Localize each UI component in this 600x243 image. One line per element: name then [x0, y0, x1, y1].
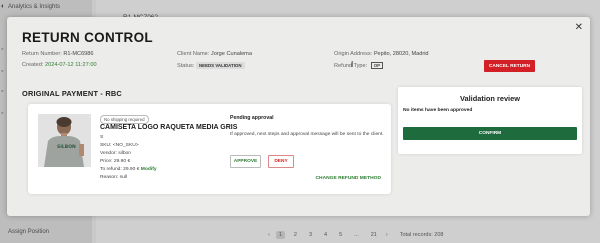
product-name: CAMISETA LOGO RAQUETA MEDIA GRIS: [100, 124, 238, 131]
status-badge: NEEDS VALIDATION: [195, 62, 245, 69]
close-icon[interactable]: ✕: [575, 22, 583, 33]
sidebar-item-assign-position[interactable]: Assign Position: [8, 229, 49, 235]
page-2[interactable]: 2: [291, 231, 300, 239]
pagination: ‹ 1 2 3 4 5 ... 21 › Total records: 208: [268, 231, 443, 239]
to-refund-label: To refund:: [100, 167, 122, 172]
prev-page-icon[interactable]: ‹: [268, 232, 270, 238]
pending-message: If approved, next steps and approval mes…: [230, 132, 384, 137]
to-refund-value: 29.90 €: [123, 167, 140, 172]
page-21[interactable]: 21: [368, 231, 380, 239]
page-1[interactable]: 1: [275, 231, 285, 239]
product-reason: Reason: null: [100, 175, 128, 180]
modal-title: RETURN CONTROL: [22, 30, 153, 45]
status-label: Status:: [177, 62, 195, 69]
nav-icon: ◦: [1, 68, 4, 75]
to-refund: To refund: 29.90 € Modify: [100, 167, 157, 172]
next-page-icon[interactable]: ›: [386, 232, 388, 238]
payment-item-card: SILBON No shipping required CAMISETA LOG…: [28, 104, 391, 194]
sidebar-item-analytics[interactable]: Analytics & Insights: [8, 4, 60, 10]
page-4[interactable]: 4: [321, 231, 330, 239]
product-size: S: [100, 135, 104, 140]
validation-review-card: Validation review No items have been app…: [398, 87, 582, 154]
change-refund-method-link[interactable]: CHANGE REFUND METHOD: [316, 176, 381, 181]
section-title: ORIGINAL PAYMENT - RBC: [22, 89, 122, 98]
product-sku: SKU: <NO_SKU>: [100, 143, 139, 148]
created-value: 2024-07-12 11:27:00: [45, 62, 97, 68]
product-image: SILBON: [38, 114, 91, 167]
page-5[interactable]: 5: [336, 231, 345, 239]
created: Created: 2024-07-12 11:27:00: [22, 62, 97, 68]
return-control-modal: ✕ RETURN CONTROL Return Number: R1-MC698…: [7, 17, 590, 216]
validation-title: Validation review: [460, 94, 520, 103]
nav-icon: ◦: [1, 88, 4, 95]
client-name: Client Name: Jorge Cunalema: [177, 51, 252, 57]
approve-button[interactable]: APPROVE: [230, 155, 261, 168]
nav-icon: ◦: [1, 46, 4, 53]
refund-type: Refund Type: OP: [334, 62, 384, 69]
cancel-return-button[interactable]: CANCEL RETURN: [484, 60, 535, 72]
analytics-icon: ◐: [1, 3, 6, 10]
confirm-button[interactable]: CONFIRM: [403, 127, 577, 140]
status: Status: NEEDS VALIDATION: [177, 62, 245, 69]
nav-icon: ◦: [1, 110, 4, 117]
modify-link[interactable]: Modify: [141, 167, 157, 172]
pending-title: Pending approval: [230, 115, 274, 121]
product-vendor: Vendor: silbon: [100, 151, 131, 156]
deny-button[interactable]: DENY: [268, 155, 294, 168]
svg-text:SILBON: SILBON: [57, 144, 76, 150]
return-number-label: Return Number:: [22, 51, 62, 57]
return-number-value: R1-MC6986: [63, 51, 94, 57]
origin-label: Origin Address:: [334, 51, 373, 57]
refund-type-badge: OP: [370, 62, 384, 69]
return-number: Return Number: R1-MC6986: [22, 51, 94, 57]
text-cursor-icon: I: [351, 60, 354, 69]
created-label: Created:: [22, 62, 44, 68]
client-name-value: Jorge Cunalema: [210, 51, 252, 57]
client-name-label: Client Name:: [177, 51, 210, 57]
shipping-tag: No shipping required: [100, 115, 149, 124]
origin-value: Pepito, 28020, Madrid: [373, 51, 429, 57]
total-records: Total records: 208: [399, 232, 444, 238]
product-price: Price: 29.90 €: [100, 159, 131, 164]
page-ellipsis: ...: [354, 232, 359, 238]
page-3[interactable]: 3: [306, 231, 315, 239]
origin-address: Origin Address: Pepito, 28020, Madrid: [334, 51, 429, 57]
validation-message: No items have been approved: [403, 108, 473, 113]
